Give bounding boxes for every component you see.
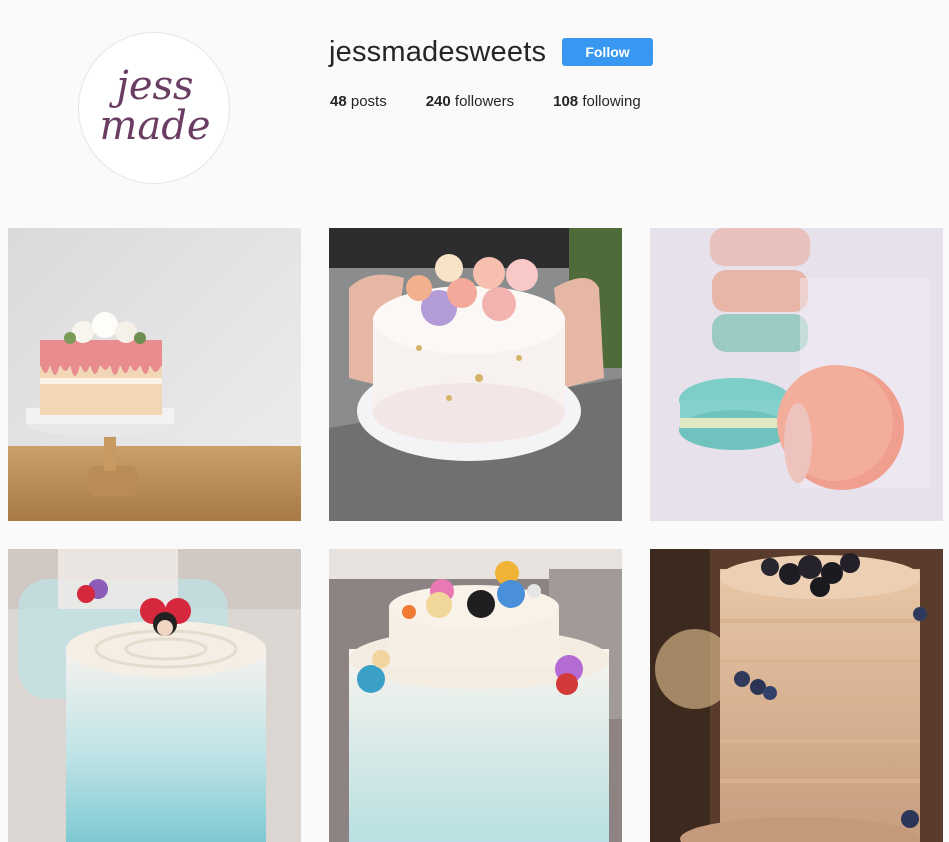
- stat-followers-count: 240: [425, 93, 451, 110]
- post-tile-blackberry-cake[interactable]: [650, 549, 943, 842]
- tsum-cake-photo: [329, 549, 622, 842]
- stat-following[interactable]: 108 following: [553, 93, 641, 110]
- stat-following-count: 108: [553, 93, 579, 110]
- stat-followers-label: followers: [454, 93, 515, 110]
- jess-made-logo: jess made: [99, 63, 210, 149]
- post-tile-drip-cake[interactable]: [8, 228, 301, 521]
- post-grid: [8, 228, 943, 842]
- post-tile-rose-cake[interactable]: [329, 228, 622, 521]
- stat-following-label: following: [582, 93, 641, 110]
- macarons-photo: [650, 228, 943, 521]
- stat-followers[interactable]: 240 followers: [426, 93, 514, 110]
- follow-button[interactable]: Follow: [562, 38, 653, 66]
- profile-username: jessmadesweets: [329, 36, 547, 68]
- stat-posts[interactable]: 48 posts: [330, 93, 387, 110]
- profile-avatar[interactable]: jess made: [78, 32, 230, 184]
- ombre-cake-photo: [8, 549, 301, 842]
- drip-cake-photo: [8, 228, 301, 521]
- stat-posts-label: posts: [350, 93, 387, 110]
- stat-posts-count: 48: [330, 93, 347, 110]
- post-tile-ombre-cake[interactable]: [8, 549, 301, 842]
- rose-cake-photo: [329, 228, 622, 521]
- post-tile-macarons[interactable]: [650, 228, 943, 521]
- profile-stats: 48 posts 240 followers 108 following: [330, 93, 680, 110]
- post-tile-tsum-cake[interactable]: [329, 549, 622, 842]
- logo-text-made: made: [99, 103, 210, 149]
- blackberry-cake-photo: [650, 549, 943, 842]
